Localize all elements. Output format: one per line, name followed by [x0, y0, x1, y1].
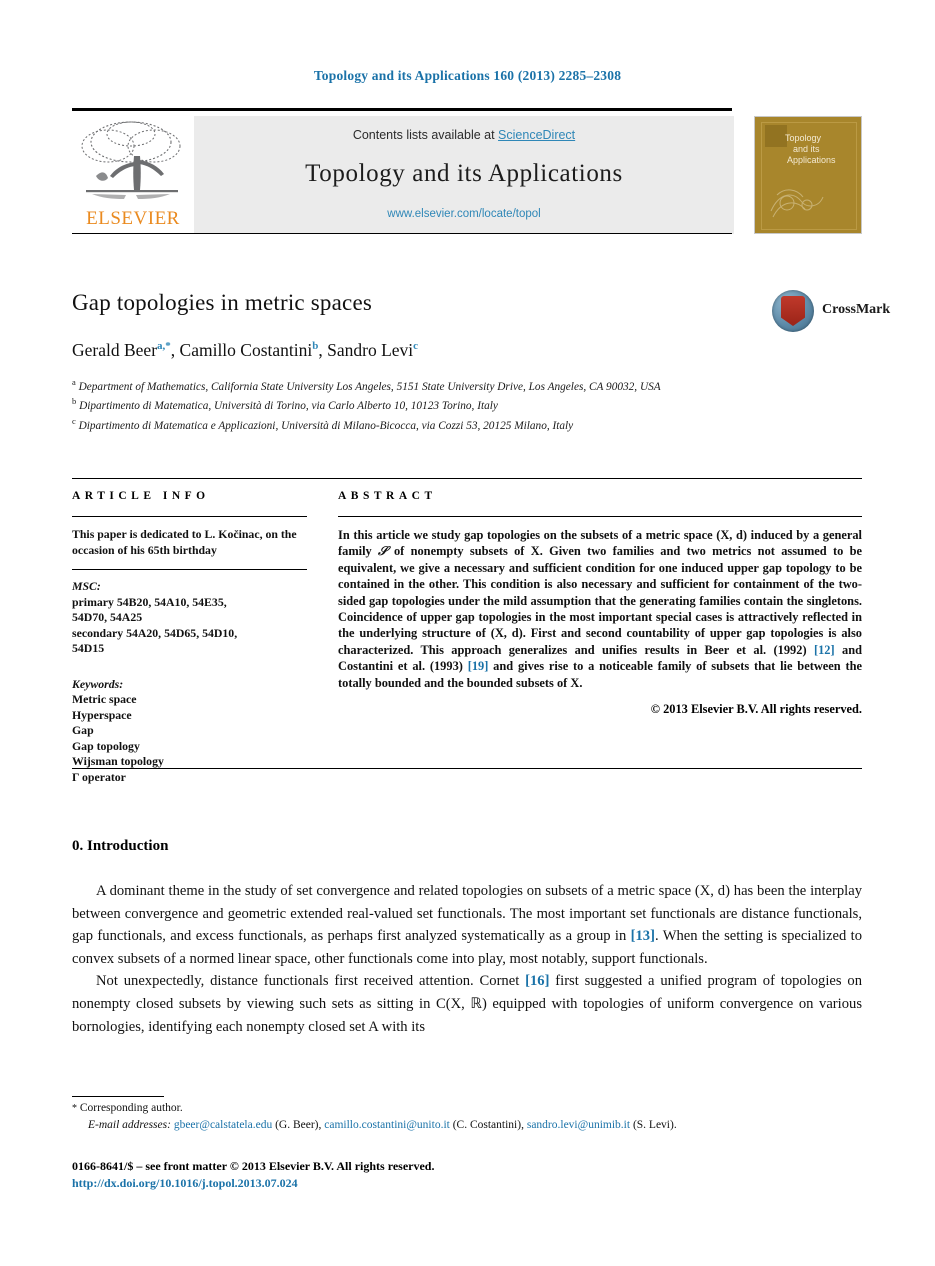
affiliation-mark-1: b: [72, 396, 77, 407]
article-info-heading-rule: [72, 516, 307, 517]
masthead-top-rule: [72, 108, 732, 111]
affiliation-text-0: Department of Mathematics, California St…: [78, 380, 661, 393]
email-owner-2: (S. Levi).: [632, 1119, 677, 1131]
msc-separator-rule: [72, 569, 307, 570]
email-link-0[interactable]: gbeer@calstatela.edu: [174, 1119, 272, 1131]
affiliation-mark-0: a: [72, 377, 76, 387]
email-owner-1: (C. Costantini),: [452, 1119, 524, 1131]
crossmark-shield-icon: [781, 296, 805, 326]
section-heading-introduction: 0. Introduction: [72, 838, 169, 854]
affiliation-mark-2: c: [72, 415, 76, 426]
abstract-citation-12[interactable]: [12]: [814, 643, 835, 657]
abstract-column: ABSTRACT In this article we study gap to…: [338, 490, 862, 717]
elsevier-wordmark: ELSEVIER: [86, 208, 180, 229]
author-marks-1[interactable]: b: [312, 340, 318, 352]
dedication-note: This paper is dedicated to L. Kočinac, o…: [72, 527, 297, 557]
msc-line-3: 54D15: [72, 641, 105, 655]
abstract-copyright: © 2013 Elsevier B.V. All rights reserved…: [650, 702, 862, 717]
keyword-5: Γ operator: [72, 769, 126, 784]
email-link-2[interactable]: sandro.levi@unimib.it: [527, 1119, 630, 1131]
author-name-2: Sandro Levi: [327, 340, 414, 360]
affiliation-0: a Department of Mathematics, California …: [72, 375, 812, 394]
journal-cover-thumbnail: Topology and its Applications: [754, 116, 862, 234]
abstract-part-2: of nonempty subsets of X. Given two fami…: [338, 544, 862, 657]
email-link-1[interactable]: camillo.costantini@unito.it: [324, 1119, 450, 1131]
abstract-citation-19[interactable]: [19]: [468, 659, 489, 673]
msc-line-2: secondary 54A20, 54D65, 54D10,: [72, 625, 238, 640]
corresponding-author-note: * Corresponding author.: [72, 1101, 862, 1116]
affiliation-text-1: Dipartimento di Matematica, Università d…: [79, 400, 498, 413]
keyword-0: Metric space: [72, 692, 137, 706]
body-paragraph-1: A dominant theme in the study of set con…: [72, 880, 862, 970]
crossmark-circle-icon: [772, 290, 814, 332]
footnote-block: * Corresponding author. E-mail addresses…: [72, 1101, 862, 1133]
author-marks-2[interactable]: c: [413, 340, 418, 352]
journal-url-link[interactable]: www.elsevier.com/locate/topol: [194, 208, 734, 220]
corresponding-author-text: Corresponding author.: [79, 1102, 183, 1114]
body-p2-part-a: Not unexpectedly, distance functionals f…: [96, 973, 526, 990]
affiliation-list: a Department of Mathematics, California …: [72, 375, 812, 433]
cover-title-line1: Topology: [785, 133, 822, 143]
author-name-1: Camillo Costantini: [179, 340, 313, 360]
footnote-rule: [72, 1096, 164, 1097]
sciencedirect-link[interactable]: ScienceDirect: [498, 128, 575, 142]
abstract-heading: ABSTRACT: [338, 490, 437, 502]
body-citation-13[interactable]: [13]: [631, 928, 655, 944]
affiliation-1: b Dipartimento di Matematica, Università…: [72, 394, 812, 413]
abstract-heading-rule: [338, 516, 862, 517]
email-owner-0: (G. Beer),: [275, 1119, 322, 1131]
body-citation-16[interactable]: [16]: [525, 973, 549, 989]
msc-line-1: 54D70, 54A25: [72, 610, 143, 624]
elsevier-logo: ELSEVIER: [72, 116, 192, 234]
title-block: Gap topologies in metric spaces CrossMar…: [72, 290, 890, 433]
issn-copyright-line: 0166-8641/$ – see front matter © 2013 El…: [72, 1159, 435, 1173]
page-title: Gap topologies in metric spaces: [72, 290, 373, 315]
keyword-3: Gap topology: [72, 738, 140, 753]
author-marks-0[interactable]: a,*: [157, 340, 171, 352]
abstract-bottom-rule: [72, 768, 862, 769]
cover-artwork: [770, 189, 824, 218]
journal-title: Topology and its Applications: [305, 160, 623, 187]
msc-block: MSC: primary 54B20, 54A10, 54E35, 54D70,…: [72, 579, 307, 657]
abstract-family-symbol: 𝒮: [378, 544, 388, 559]
journal-band: Contents lists available at ScienceDirec…: [194, 116, 734, 234]
journal-masthead: ELSEVIER Contents lists available at Sci…: [72, 108, 862, 234]
crossmark-badge[interactable]: CrossMark: [772, 290, 934, 334]
running-head: Topology and its Applications 160 (2013)…: [313, 68, 622, 83]
msc-heading: MSC:: [72, 579, 101, 593]
article-info-heading: ARTICLE INFO: [72, 490, 210, 502]
article-info-column: ARTICLE INFO This paper is dedicated to …: [72, 490, 307, 785]
author-name-0: Gerald Beer: [72, 340, 158, 360]
cover-elsevier-icon: [765, 125, 787, 147]
email-addresses-label: E-mail addresses:: [88, 1119, 171, 1131]
email-addresses-line: E-mail addresses: gbeer@calstatela.edu (…: [72, 1118, 862, 1133]
body-text: A dominant theme in the study of set con…: [72, 880, 862, 1038]
footer-block: 0166-8641/$ – see front matter © 2013 El…: [72, 1158, 862, 1192]
cover-title-line2: and its: [793, 144, 820, 154]
doi-link[interactable]: http://dx.doi.org/10.1016/j.topol.2013.0…: [72, 1176, 298, 1190]
cover-title-line3: Applications: [787, 155, 836, 165]
affiliation-text-2: Dipartimento di Matematica e Applicazion…: [78, 419, 574, 432]
asterisk-icon: *: [72, 1103, 77, 1114]
author-list: Gerald Beera,*, Camillo Costantinib, San…: [72, 340, 419, 360]
body-paragraph-2: Not unexpectedly, distance functionals f…: [72, 970, 862, 1038]
crossmark-label: CrossMark: [822, 302, 891, 317]
doi-line[interactable]: http://dx.doi.org/10.1016/j.topol.2013.0…: [72, 1175, 862, 1192]
cover-title-text: Topology and its Applications: [785, 133, 851, 166]
journal-url-text[interactable]: www.elsevier.com/locate/topol: [387, 208, 540, 220]
keyword-2: Gap: [72, 723, 94, 737]
contents-prefix: Contents lists available at: [352, 128, 499, 142]
keywords-heading: Keywords:: [72, 676, 124, 691]
paper-page: Topology and its Applications 160 (2013)…: [0, 0, 935, 1266]
affiliation-2: c Dipartimento di Matematica e Applicazi…: [72, 414, 812, 433]
abstract-text: In this article we study gap topologies …: [338, 527, 862, 691]
info-top-rule: [72, 478, 862, 479]
msc-line-0: primary 54B20, 54A10, 54E35,: [72, 594, 227, 609]
masthead-bottom-rule: [72, 233, 732, 234]
contents-available-line: Contents lists available at ScienceDirec…: [194, 128, 734, 142]
keyword-1: Hyperspace: [72, 707, 132, 722]
